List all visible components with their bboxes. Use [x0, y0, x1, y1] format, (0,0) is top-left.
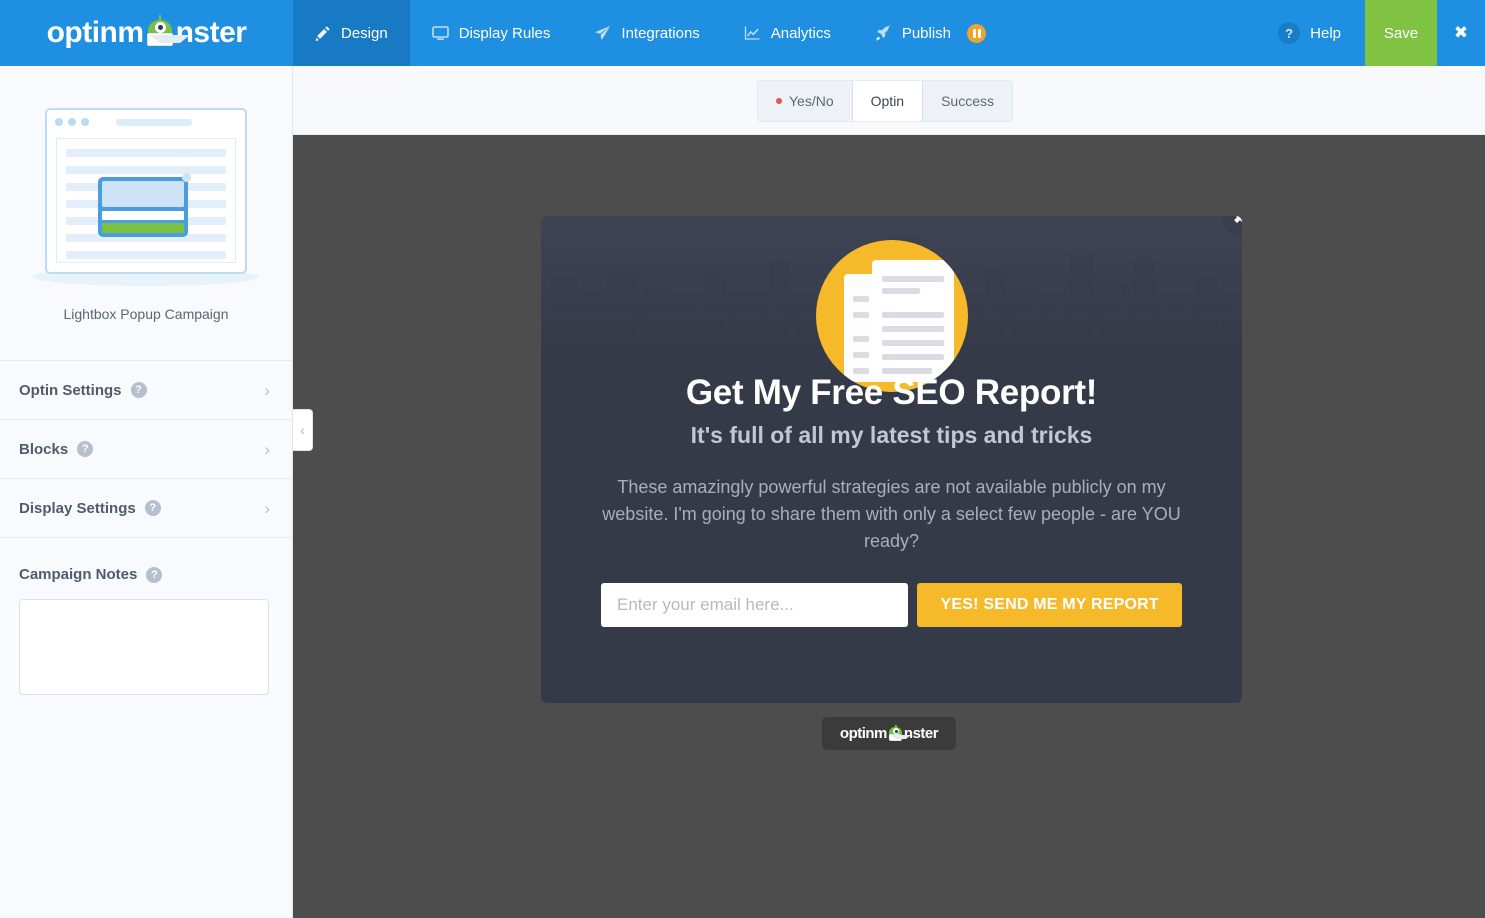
sidebar-item-label: Display Settings [19, 500, 136, 517]
help-circle-icon[interactable]: ? [131, 382, 147, 398]
top-right-actions: ? Help Save ✖ [1254, 0, 1485, 66]
monster-mascot-icon [145, 18, 175, 48]
nav-item-publish[interactable]: Publish [853, 0, 1008, 66]
chevron-left-icon: ‹ [300, 422, 305, 438]
nav-item-analytics[interactable]: Analytics [722, 0, 853, 66]
close-builder-button[interactable]: ✖ [1437, 0, 1485, 66]
campaign-notes-section: Campaign Notes ? [0, 538, 292, 700]
monster-mascot-icon [888, 726, 903, 741]
optin-popup: ✖ [541, 216, 1242, 703]
help-circle-icon[interactable]: ? [145, 500, 161, 516]
footer-brand-text: optinmnster [840, 725, 938, 742]
nav-label-integrations: Integrations [621, 25, 699, 42]
nav-label-design: Design [341, 25, 388, 42]
close-icon: ✖ [1454, 23, 1468, 43]
main-nav: Design Display Rules Integrations Analyt… [293, 0, 1008, 66]
help-button[interactable]: ? Help [1254, 0, 1365, 66]
tab-label: Success [941, 93, 994, 109]
browser-titlebar [47, 110, 245, 134]
campaign-notes-label: Campaign Notes [19, 566, 137, 583]
save-label: Save [1384, 25, 1418, 42]
monitor-icon [432, 25, 449, 41]
sidebar-item-optin-settings[interactable]: Optin Settings ? › [0, 361, 292, 420]
app-logo-text: optinmnster [47, 16, 247, 50]
sidebar-item-label: Blocks [19, 441, 68, 458]
paper-plane-icon [594, 25, 611, 41]
submit-button[interactable]: YES! SEND ME MY REPORT [917, 583, 1182, 627]
browser-dot [81, 118, 89, 126]
chevron-right-icon: › [264, 382, 270, 399]
sidebar-panel: Lightbox Popup Campaign Optin Settings ?… [0, 66, 293, 918]
pencil-icon [315, 25, 331, 41]
close-icon: ✖ [1233, 216, 1242, 228]
help-label: Help [1310, 25, 1341, 42]
popup-form: YES! SEND ME MY REPORT [601, 583, 1182, 627]
popup-body-text: These amazingly powerful strategies are … [601, 474, 1182, 555]
campaign-type-label: Lightbox Popup Campaign [63, 306, 228, 322]
help-circle-icon[interactable]: ? [146, 567, 162, 583]
popup-content: Get My Free SEO Report! It's full of all… [541, 373, 1242, 627]
browser-dot [68, 118, 76, 126]
campaign-notes-header: Campaign Notes ? [19, 566, 270, 583]
campaign-thumbnail-area: Lightbox Popup Campaign [0, 66, 292, 361]
view-tab-group: Yes/No Optin Success [757, 80, 1013, 122]
nav-label-publish: Publish [902, 25, 951, 42]
lightbox-popup-illustration [45, 108, 247, 280]
chart-line-icon [744, 25, 761, 41]
nav-item-integrations[interactable]: Integrations [572, 0, 721, 66]
chevron-right-icon: › [264, 441, 270, 458]
nav-item-design[interactable]: Design [293, 0, 410, 66]
mini-popup-button [102, 223, 184, 233]
sidebar-collapse-toggle[interactable]: ‹ [293, 409, 313, 451]
email-input[interactable] [601, 583, 908, 627]
mini-popup-preview [98, 177, 188, 237]
tab-label: Yes/No [789, 93, 834, 109]
tab-yes-no[interactable]: Yes/No [758, 81, 852, 121]
sidebar-divider [0, 360, 293, 361]
browser-mock-icon [45, 108, 247, 274]
mini-popup-close-dot [182, 173, 191, 182]
tab-label: Optin [871, 93, 904, 109]
save-button[interactable]: Save [1365, 0, 1437, 66]
campaign-preview-canvas: ✖ [293, 135, 1485, 918]
question-mark-icon: ? [1278, 22, 1300, 44]
rocket-icon [875, 25, 892, 41]
publish-paused-badge [967, 24, 986, 43]
nav-label-analytics: Analytics [771, 25, 831, 42]
app-logo[interactable]: optinmnster [0, 0, 293, 66]
popup-headline: Get My Free SEO Report! [601, 373, 1182, 413]
campaign-notes-input[interactable] [19, 599, 269, 695]
sidebar-item-display-settings[interactable]: Display Settings ? › [0, 479, 292, 538]
mini-popup-image [102, 181, 184, 207]
status-dot-icon [776, 98, 782, 104]
tab-success[interactable]: Success [923, 81, 1012, 121]
chevron-right-icon: › [264, 500, 270, 517]
sidebar-item-blocks[interactable]: Blocks ? › [0, 420, 292, 479]
report-document-icon [816, 240, 968, 392]
help-circle-icon[interactable]: ? [77, 441, 93, 457]
optinmonster-campaign-builder: optinmnster Design Display Rules Integra [0, 0, 1485, 918]
top-navigation-bar: optinmnster Design Display Rules Integra [0, 0, 1485, 66]
nav-label-display-rules: Display Rules [459, 25, 551, 42]
optinmonster-footer-badge[interactable]: optinmnster [822, 717, 956, 750]
canvas-toolbar: Yes/No Optin Success [293, 66, 1485, 135]
nav-item-display-rules[interactable]: Display Rules [410, 0, 573, 66]
popup-subheadline: It's full of all my latest tips and tric… [601, 422, 1182, 449]
sidebar-item-label: Optin Settings [19, 382, 122, 399]
browser-page [56, 138, 236, 263]
document-front-page [872, 260, 954, 382]
browser-address-bar [116, 119, 192, 126]
mini-popup-input [102, 211, 184, 220]
tab-optin[interactable]: Optin [852, 81, 923, 121]
browser-dot [55, 118, 63, 126]
